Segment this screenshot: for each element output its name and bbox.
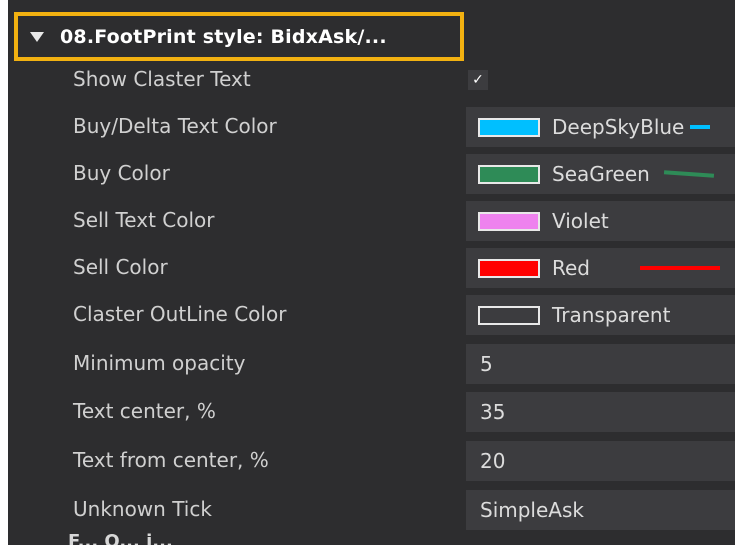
property-label: Buy/Delta Text Color — [73, 114, 277, 138]
property-label: Unknown Tick — [73, 497, 212, 521]
color-name: Violet — [552, 209, 609, 233]
properties-panel: 08.FootPrint style: BidxAsk/... Show Cla… — [0, 0, 735, 555]
unknown-tick-select[interactable]: SimpleAsk — [466, 490, 735, 530]
minimum-opacity-input[interactable]: 5 — [466, 344, 735, 384]
color-name: DeepSkyBlue — [552, 115, 685, 139]
panel-left-edge — [0, 0, 8, 555]
property-label: Text from center, % — [73, 448, 269, 472]
property-row-text-center: Text center, % 35 — [8, 388, 735, 435]
input-value: 35 — [480, 400, 506, 424]
input-value: 5 — [480, 352, 493, 376]
property-row-text-from-center: Text from center, % 20 — [8, 437, 735, 484]
color-picker-buy[interactable]: SeaGreen — [466, 154, 735, 194]
property-label: Sell Text Color — [73, 208, 215, 232]
color-swatch — [478, 117, 540, 137]
checkmark-icon: ✓ — [472, 72, 484, 88]
color-picker-claster-outline[interactable]: Transparent — [466, 295, 735, 335]
color-picker-buy-delta-text[interactable]: DeepSkyBlue — [466, 107, 735, 147]
property-label: Text center, % — [73, 399, 216, 423]
property-label: Claster OutLine Color — [73, 302, 287, 326]
color-name: Red — [552, 256, 590, 280]
input-value: 20 — [480, 449, 506, 473]
text-from-center-input[interactable]: 20 — [466, 441, 735, 481]
color-preview-line — [690, 125, 711, 129]
text-center-input[interactable]: 35 — [466, 392, 735, 432]
show-claster-text-checkbox[interactable]: ✓ — [468, 70, 488, 90]
color-swatch — [478, 258, 540, 278]
color-preview-line — [640, 266, 720, 270]
property-row-minimum-opacity: Minimum opacity 5 — [8, 340, 735, 387]
property-row-buy-color: Buy Color SeaGreen — [8, 150, 735, 197]
property-label: Buy Color — [73, 161, 170, 185]
select-value: SimpleAsk — [480, 498, 584, 522]
property-label: Minimum opacity — [73, 351, 246, 375]
property-row-buy-delta-text-color: Buy/Delta Text Color DeepSkyBlue — [8, 103, 735, 150]
bottom-white-area — [0, 545, 735, 555]
group-title: 08.FootPrint style: BidxAsk/... — [60, 25, 387, 48]
property-row-unknown-tick: Unknown Tick SimpleAsk — [8, 486, 735, 533]
property-row-show-claster-text: Show Claster Text ✓ — [8, 56, 735, 103]
color-name: SeaGreen — [552, 162, 650, 186]
collapse-triangle-icon[interactable] — [30, 31, 44, 42]
color-swatch — [478, 164, 540, 184]
color-preview-line — [663, 170, 714, 178]
property-row-claster-outline-color: Claster OutLine Color Transparent — [8, 291, 735, 338]
property-label: Show Claster Text — [73, 67, 251, 91]
color-picker-sell-text[interactable]: Violet — [466, 201, 735, 241]
property-row-sell-text-color: Sell Text Color Violet — [8, 197, 735, 244]
group-header-footprint-style[interactable]: 08.FootPrint style: BidxAsk/... — [14, 12, 464, 61]
color-name: Transparent — [552, 303, 671, 327]
color-picker-sell[interactable]: Red — [466, 248, 735, 288]
color-swatch — [478, 211, 540, 231]
property-row-sell-color: Sell Color Red — [8, 244, 735, 291]
color-swatch — [478, 305, 540, 325]
property-label: Sell Color — [73, 255, 168, 279]
